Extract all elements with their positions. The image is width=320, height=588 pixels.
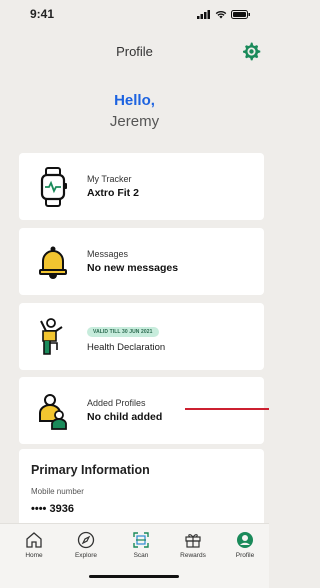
battery-icon	[231, 9, 250, 19]
home-indicator	[89, 575, 179, 578]
gift-icon	[185, 534, 201, 548]
validity-badge-text: VALID TILL 30 JUN 2021	[87, 327, 159, 337]
tab-home[interactable]: Home	[9, 531, 59, 559]
profiles-label: Added Profiles	[87, 398, 146, 408]
messages-card[interactable]: Messages No new messages	[19, 228, 264, 295]
tab-home-label: Home	[25, 552, 43, 559]
tab-scan[interactable]: Scan	[116, 531, 166, 559]
gear-icon[interactable]	[241, 41, 261, 61]
compass-icon	[77, 531, 95, 549]
tab-explore[interactable]: Explore	[61, 531, 111, 559]
smartwatch-icon	[40, 167, 67, 207]
added-profiles-card[interactable]: Added Profiles No child added	[19, 377, 264, 444]
greeting: Hello, Jeremy	[0, 92, 269, 130]
messages-card-text: Messages No new messages	[87, 249, 178, 274]
tracker-card[interactable]: My Tracker Axtro Fit 2	[19, 153, 264, 220]
scan-icon	[133, 532, 149, 548]
wifi-icon	[215, 10, 227, 18]
mobile-number-value: •••• 3936	[31, 503, 74, 515]
header: Profile	[0, 34, 269, 68]
primary-information-title: Primary Information	[31, 463, 150, 477]
mobile-number-label: Mobile number	[31, 487, 84, 496]
tab-rewards-label: Rewards	[180, 552, 206, 559]
health-person-icon	[40, 318, 63, 355]
signal-icon	[197, 9, 210, 19]
status-icons	[197, 9, 251, 19]
profiles-value: No child added	[87, 411, 163, 423]
messages-value: No new messages	[87, 262, 179, 274]
tab-profile-label: Profile	[235, 552, 255, 559]
health-card-text: VALID TILL 30 JUN 2021 Health Declaratio…	[87, 320, 165, 353]
family-icon	[39, 394, 67, 430]
tab-profile[interactable]: Profile	[220, 531, 270, 559]
health-declaration-title: Health Declaration	[87, 342, 166, 353]
tab-explore-label: Explore	[74, 552, 98, 559]
home-icon	[26, 532, 42, 548]
profile-icon	[237, 532, 253, 548]
tracker-value: Axtro Fit 2	[87, 187, 139, 199]
tab-scan-label: Scan	[133, 552, 149, 559]
page-title: Profile	[116, 43, 153, 59]
annotation-line	[185, 408, 269, 410]
status-bar: 9:41	[0, 0, 269, 28]
primary-information-section: Primary Information Mobile number •••• 3…	[19, 449, 264, 529]
tracker-card-text: My Tracker Axtro Fit 2	[87, 174, 139, 199]
bell-icon	[39, 246, 67, 279]
tab-bar: Home Explore Scan Rewards Profile	[0, 523, 269, 588]
validity-badge: VALID TILL 30 JUN 2021	[87, 320, 165, 338]
health-declaration-card[interactable]: VALID TILL 30 JUN 2021 Health Declaratio…	[19, 303, 264, 370]
tab-rewards[interactable]: Rewards	[168, 531, 218, 559]
greeting-name: Jeremy	[109, 113, 160, 130]
messages-label: Messages	[87, 249, 129, 259]
tracker-label: My Tracker	[87, 174, 132, 184]
profiles-card-text: Added Profiles No child added	[87, 398, 162, 423]
status-time: 9:41	[30, 7, 55, 21]
greeting-hello: Hello,	[114, 92, 155, 109]
